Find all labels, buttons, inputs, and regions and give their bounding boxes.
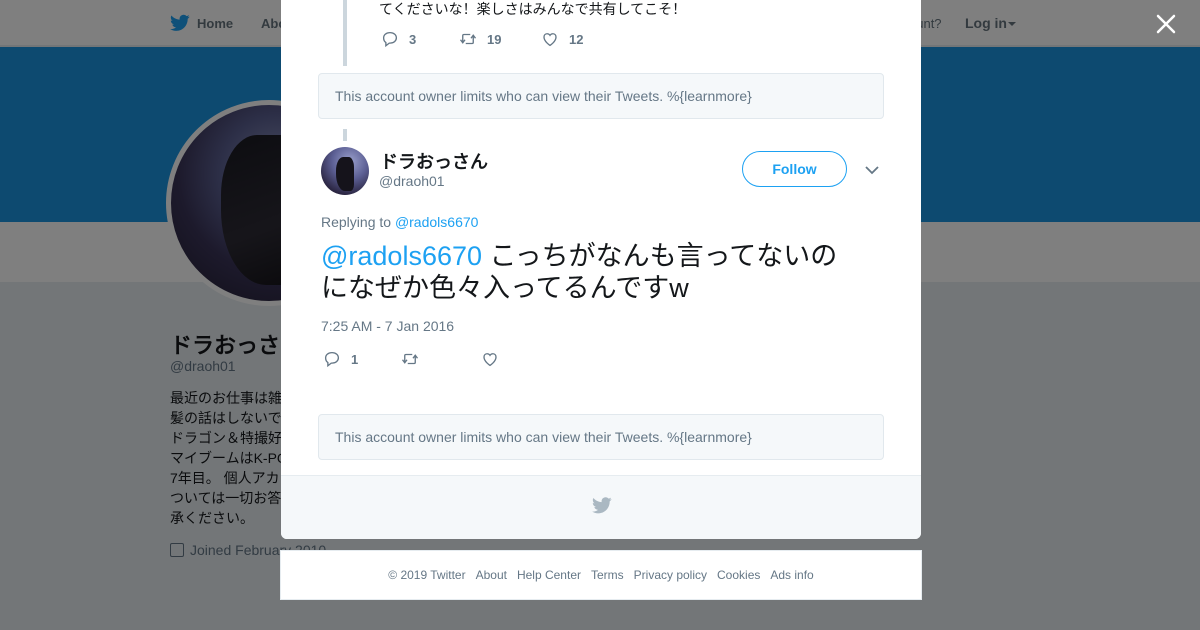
- tweet-author-avatar[interactable]: [321, 147, 369, 195]
- modal-footer: [281, 475, 921, 539]
- reply-button[interactable]: 3: [381, 30, 416, 48]
- restricted-notice: This account owner limits who can view t…: [318, 73, 884, 119]
- footer-link-cookies[interactable]: Cookies: [717, 568, 760, 582]
- reply-icon: [324, 351, 340, 368]
- footer-link-about[interactable]: About: [476, 568, 507, 582]
- replying-prefix: Replying to: [321, 214, 392, 230]
- tweet-actions: 1: [323, 350, 623, 370]
- heart-icon: [483, 353, 497, 367]
- tweet-timestamp[interactable]: 7:25 AM - 7 Jan 2016: [321, 318, 454, 334]
- retweet-button[interactable]: [401, 350, 429, 368]
- heart-icon: [543, 33, 557, 47]
- mention-link[interactable]: @radols6670: [321, 241, 482, 271]
- tweet-author-name[interactable]: ドラおっさん: [380, 148, 488, 174]
- retweet-button[interactable]: 19: [459, 30, 501, 48]
- footer-link-ads-info[interactable]: Ads info: [770, 568, 813, 582]
- like-button[interactable]: 12: [541, 30, 583, 48]
- reply-button[interactable]: 1: [323, 350, 358, 368]
- tweet-text-line2: になぜか色々入ってるんですw: [321, 273, 689, 303]
- retweet-icon: [459, 33, 477, 45]
- tweet-modal: てくださいな！楽しさはみんなで共有してこそ！ 3 19 12 This acco…: [281, 0, 921, 539]
- thread-connector: [343, 129, 347, 141]
- tweet-text: @radols6670 こっちがなんも言ってないの になぜか色々入ってるんですw: [321, 240, 881, 304]
- thread-connector: [343, 0, 347, 66]
- footer-link-help-center[interactable]: Help Center: [517, 568, 581, 582]
- close-icon[interactable]: [1152, 10, 1180, 38]
- previous-tweet-actions: 3 19 12: [381, 30, 681, 50]
- reply-count: 1: [351, 351, 359, 367]
- reply-icon: [382, 31, 398, 48]
- restricted-notice: This account owner limits who can view t…: [318, 414, 884, 460]
- like-count: 12: [569, 31, 584, 47]
- retweet-icon: [401, 353, 419, 365]
- tweet-text-line1: こっちがなんも言ってないの: [482, 241, 838, 271]
- replying-to: Replying to @radols6670: [321, 214, 478, 230]
- replying-to-link[interactable]: @radols6670: [395, 214, 479, 230]
- previous-tweet-text: てくださいな！楽しさはみんなで共有してこそ！: [379, 1, 687, 17]
- tweet-author-handle[interactable]: @draoh01: [379, 173, 445, 189]
- twitter-bird-icon: [592, 497, 612, 514]
- copyright-text: © 2019 Twitter: [388, 568, 466, 582]
- chevron-down-icon[interactable]: [864, 164, 880, 176]
- site-footer: © 2019 Twitter About Help Center Terms P…: [280, 550, 922, 600]
- reply-count: 3: [409, 31, 417, 47]
- footer-link-privacy[interactable]: Privacy policy: [634, 568, 707, 582]
- follow-button[interactable]: Follow: [742, 151, 847, 187]
- retweet-count: 19: [487, 31, 502, 47]
- footer-link-terms[interactable]: Terms: [591, 568, 624, 582]
- like-button[interactable]: [481, 350, 509, 368]
